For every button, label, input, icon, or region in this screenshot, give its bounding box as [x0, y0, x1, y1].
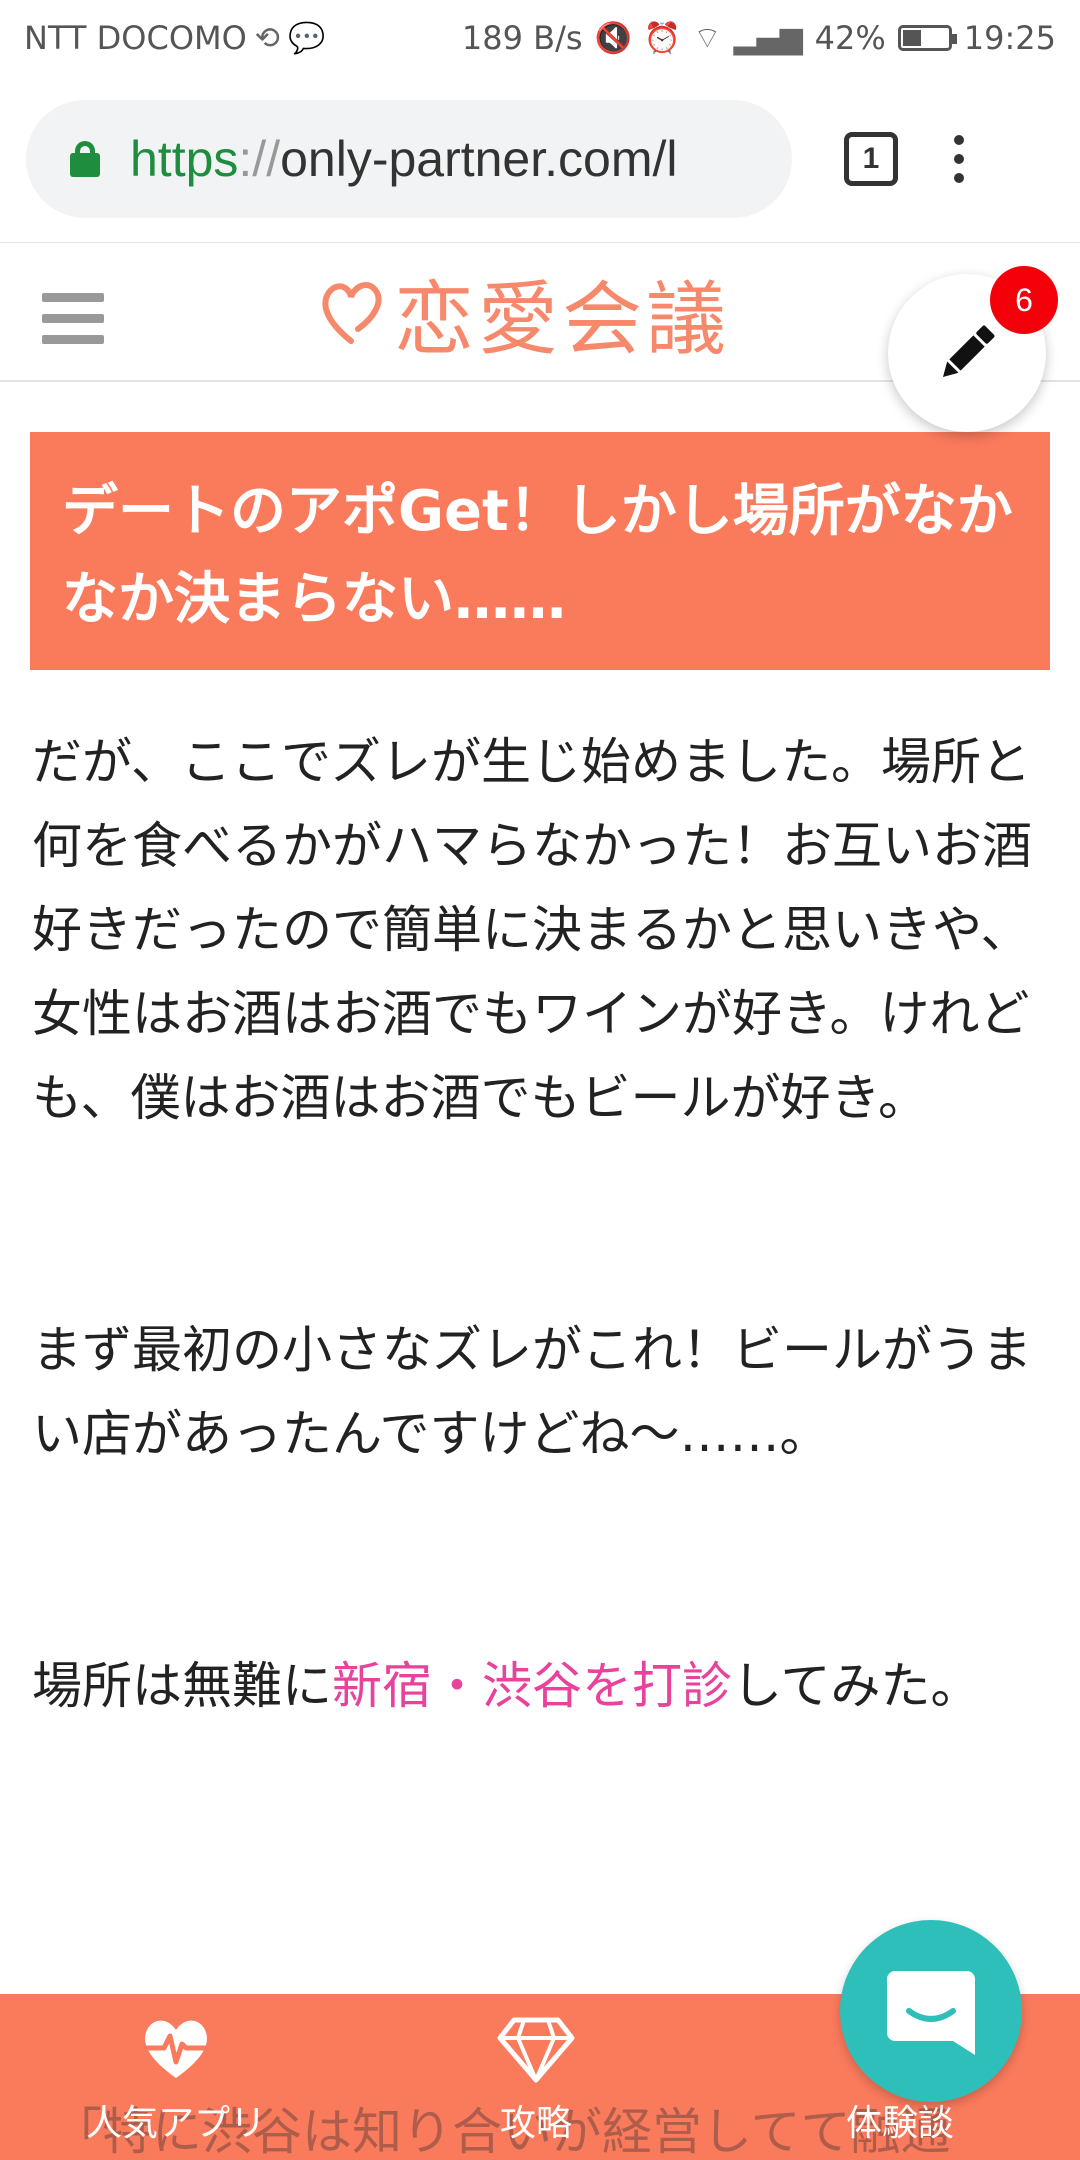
net-speed-label: 189 B/s [461, 19, 583, 57]
nav-label: 攻略 [499, 2103, 572, 2144]
nav-label: 体験談 [845, 2103, 954, 2144]
chat-icon [887, 1971, 975, 2055]
article-link[interactable]: 新宿・渋谷を打診 [332, 1657, 732, 1715]
line-app-icon: 💬 [287, 20, 326, 56]
vpn-icon: ⟲ [254, 20, 280, 56]
article-paragraph: 場所は無難に新宿・渋谷を打診してみた。 [32, 1657, 981, 1715]
nav-label: 人気アプリ [85, 2103, 266, 2144]
battery-fill [902, 30, 922, 46]
alarm-icon: ⏰ [643, 20, 682, 56]
browser-toolbar: https://only-partner.com/l 1 [0, 76, 1080, 242]
article-body: だが、ここでズレが生じ始めました。場所と何を食べるかがハマらなかった！お互いお酒… [32, 720, 1052, 1728]
status-bar: NTT DOCOMO ⟲ 💬 189 B/s 🔇 ⏰ ⌔ ▂▄▆ 42% 19:… [0, 0, 1080, 76]
nav-item-popular-apps[interactable]: 人気アプリ [46, 2014, 306, 2146]
chat-button[interactable] [840, 1920, 1022, 2102]
url-text[interactable]: https://only-partner.com/l [130, 130, 677, 188]
notification-badge: 6 [990, 266, 1058, 334]
carrier-label: NTT DOCOMO [24, 19, 247, 57]
site-logo[interactable]: 恋愛会議 [316, 258, 730, 368]
clock: 19:25 [963, 19, 1056, 57]
signal-icon: ▂▄▆ [733, 20, 803, 56]
article-paragraph: だが、ここでズレが生じ始めました。場所と何を食べるかがハマらなかった！お互いお酒… [32, 733, 1032, 1127]
url-bar[interactable]: https://only-partner.com/l [26, 100, 792, 218]
article-heading-text: デートのアポGet！しかし場所がなかなか決まらない…… [62, 479, 1013, 632]
battery-icon [897, 25, 957, 51]
hamburger-menu-icon[interactable] [42, 293, 104, 344]
mute-icon: 🔇 [594, 20, 632, 56]
article-heading: デートのアポGet！しかし場所がなかなか決まらない…… [30, 432, 1050, 670]
diamond-icon [497, 2017, 575, 2083]
nav-item-strategy[interactable]: 攻略 [406, 2014, 666, 2146]
heart-logo-icon [322, 282, 382, 344]
lock-icon[interactable] [70, 141, 100, 177]
tab-switcher-button[interactable]: 1 [844, 132, 898, 186]
heartbeat-icon [144, 2020, 208, 2078]
pencil-icon [942, 325, 995, 378]
wifi-icon: ⌔ [693, 21, 722, 56]
more-menu-icon[interactable] [954, 135, 964, 183]
article-paragraph: まず最初の小さなズレがこれ！ビールがうまい店があったんですけどね〜……。 [32, 1321, 1032, 1463]
battery-percent: 42% [814, 19, 886, 57]
logo-text: 恋愛会議 [394, 273, 730, 366]
